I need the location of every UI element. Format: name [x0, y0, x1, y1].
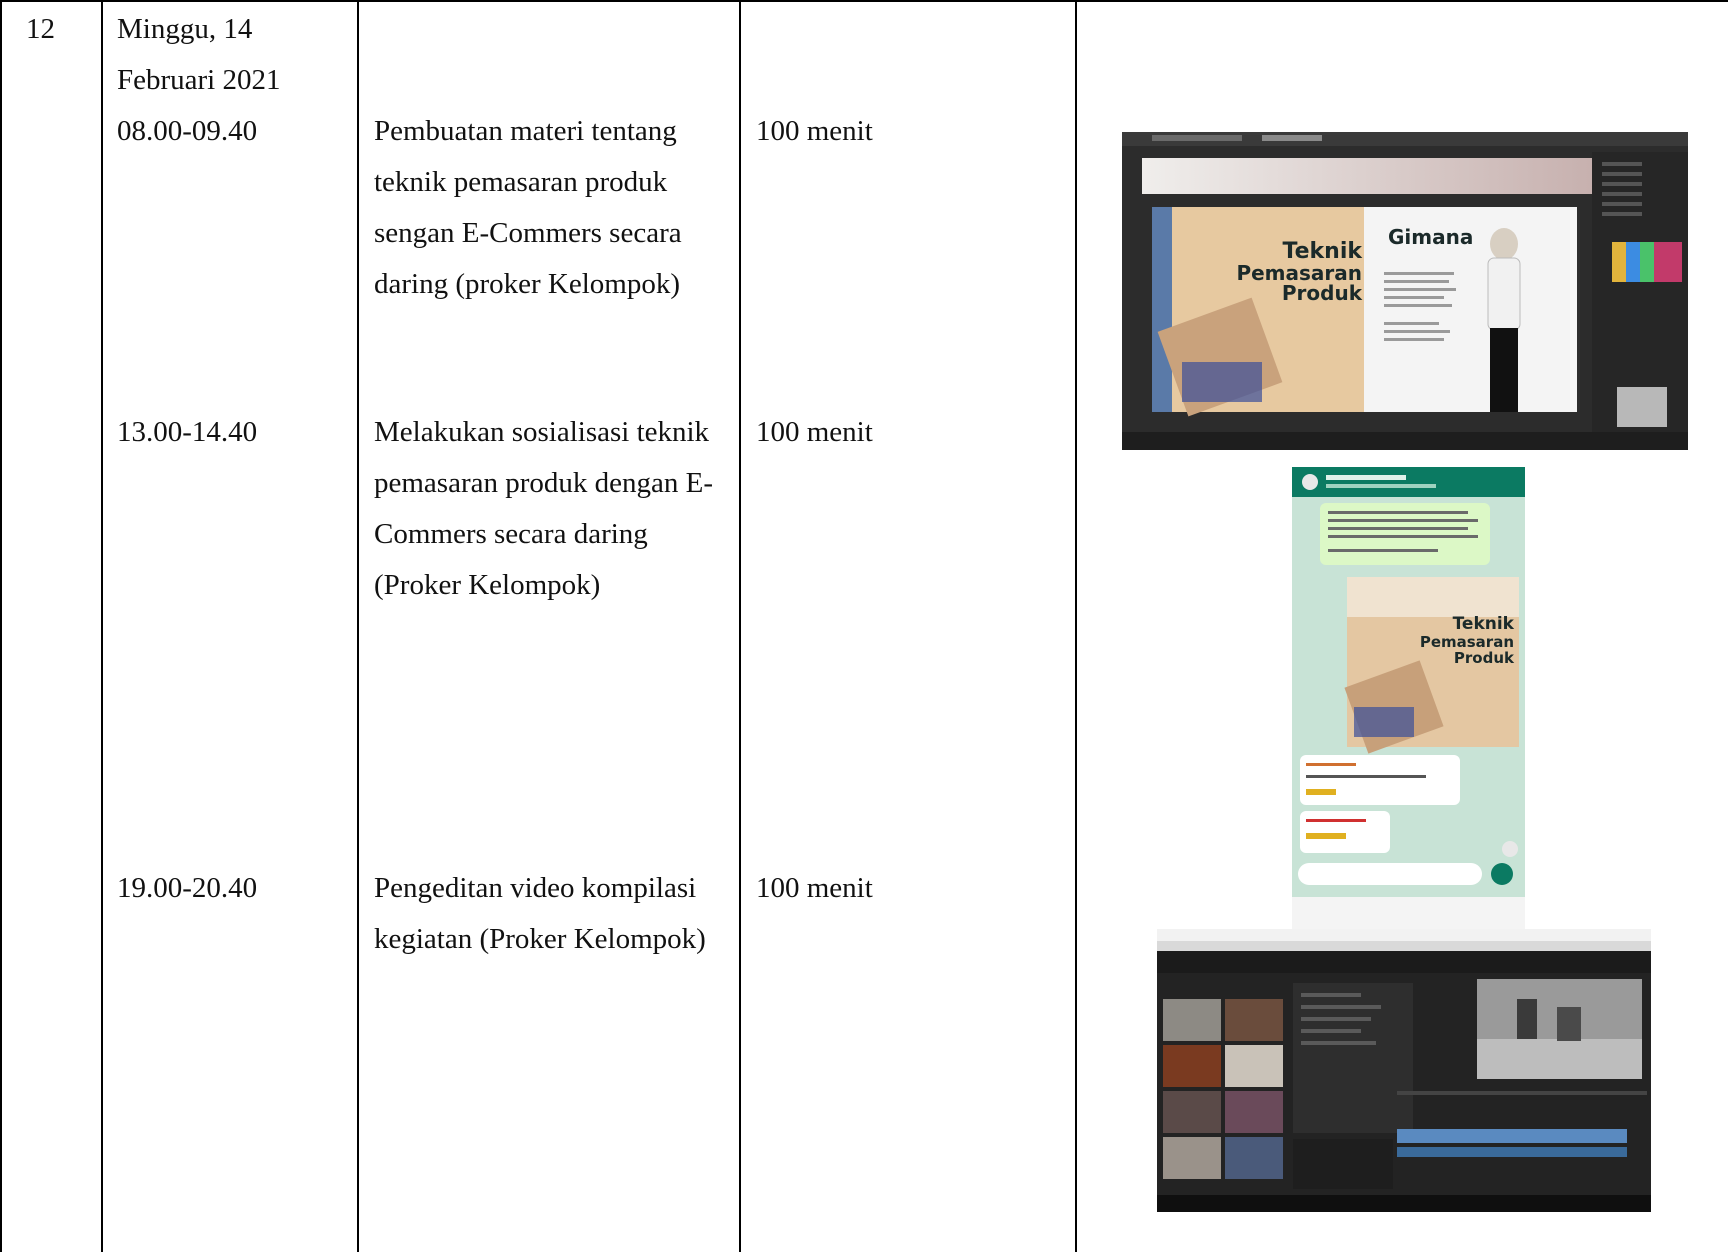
- description-line: daring (proker Kelompok): [374, 268, 681, 300]
- time-slot: 19.00-20.40: [117, 872, 258, 904]
- duration: 100 menit: [756, 416, 873, 448]
- description-line: Melakukan sosialisasi teknik: [374, 416, 710, 448]
- table-top-border: [0, 0, 1728, 2]
- table-left-border: [0, 0, 2, 1252]
- design-editor-image: Teknik Pemasaran Produk Gimana: [1122, 132, 1688, 450]
- chat-image: Teknik Pemasaran Produk: [1292, 467, 1525, 931]
- duration: 100 menit: [756, 872, 873, 904]
- design-editor-screenshot: Teknik Pemasaran Produk Gimana: [1122, 132, 1688, 450]
- chat-screenshot: Teknik Pemasaran Produk: [1292, 467, 1525, 931]
- description-line: Pembuatan materi tentang: [374, 115, 677, 147]
- column-divider: [739, 0, 741, 1252]
- date-label: Februari 2021: [117, 64, 281, 96]
- column-divider: [1075, 0, 1077, 1252]
- activity-log-table: 12 Minggu, 14 Februari 2021 08.00-09.40 …: [0, 0, 1728, 1252]
- description-line: pemasaran produk dengan E-: [374, 467, 714, 499]
- design-title-line3: Produk: [1282, 281, 1363, 305]
- chat-image-title-line1: Teknik: [1453, 614, 1515, 634]
- design-side-title: Gimana: [1388, 225, 1473, 249]
- day-label: Minggu, 14: [117, 13, 253, 45]
- description-line: teknik pemasaran produk: [374, 166, 668, 198]
- column-divider: [357, 0, 359, 1252]
- description-line: sengan E-Commers secara: [374, 217, 682, 249]
- description-line: Commers secara daring: [374, 518, 648, 550]
- duration: 100 menit: [756, 115, 873, 147]
- row-number: 12: [26, 13, 55, 45]
- time-slot: 13.00-14.40: [117, 416, 258, 448]
- column-divider: [101, 0, 103, 1252]
- chat-image-title-line3: Produk: [1454, 649, 1515, 667]
- video-editor-image: [1157, 929, 1651, 1212]
- description-line: kegiatan (Proker Kelompok): [374, 923, 706, 955]
- description-line: (Proker Kelompok): [374, 569, 601, 601]
- description-line: Pengeditan video kompilasi: [374, 872, 697, 904]
- time-slot: 08.00-09.40: [117, 115, 258, 147]
- video-editor-screenshot: [1157, 929, 1651, 1212]
